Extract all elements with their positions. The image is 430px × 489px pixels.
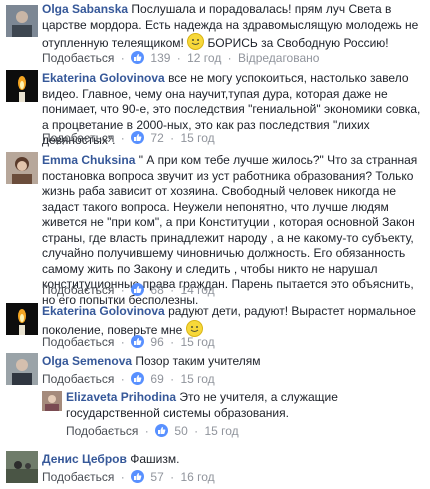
separator-dot: · <box>120 372 125 386</box>
smile-emoji-icon <box>185 319 203 337</box>
comment-author[interactable]: Ekaterina Golovinova <box>42 304 165 318</box>
comment-time[interactable]: 12 год <box>187 51 221 65</box>
comment-body: Денис Цебров Фашизм. <box>42 452 422 468</box>
photo-avatar-icon <box>6 353 38 385</box>
comment-text: Фашизм. <box>130 452 180 466</box>
thumbs-up-icon[interactable] <box>131 372 145 385</box>
like-count[interactable]: 96 <box>150 335 163 349</box>
like-link[interactable]: Подобається <box>42 283 114 297</box>
thumbs-up-icon[interactable] <box>131 470 145 483</box>
comment-actions: Подобається · 72 · 15 год <box>42 131 215 145</box>
like-count[interactable]: 57 <box>150 470 163 484</box>
separator-dot: · <box>170 335 175 349</box>
candle-avatar-icon <box>6 70 38 102</box>
comment-author[interactable]: Emma Chuksina <box>42 153 135 167</box>
photo-avatar-icon <box>6 451 38 483</box>
like-link[interactable]: Подобається <box>42 335 114 349</box>
comment-actions: Подобається · 57 · 16 год <box>42 470 215 484</box>
separator-dot: · <box>120 51 125 65</box>
avatar[interactable] <box>42 391 62 411</box>
comment-actions: Подобається · 50 · 15 год <box>66 424 239 438</box>
avatar[interactable] <box>6 451 38 483</box>
avatar[interactable] <box>6 5 38 37</box>
like-count[interactable]: 72 <box>150 131 163 145</box>
comment-time[interactable]: 14 год <box>180 283 214 297</box>
thumbs-up-icon[interactable] <box>131 335 145 348</box>
candle-avatar-icon <box>6 303 38 335</box>
like-count[interactable]: 68 <box>150 283 163 297</box>
comment-author[interactable]: Olga Semenova <box>42 354 132 368</box>
thumbs-up-icon[interactable] <box>131 283 145 296</box>
separator-dot: · <box>170 470 175 484</box>
separator-dot: · <box>170 131 175 145</box>
comment-body: Elizaveta Prihodina Это не учителя, а сл… <box>66 390 422 421</box>
like-link[interactable]: Подобається <box>42 372 114 386</box>
separator-dot: · <box>176 51 181 65</box>
avatar[interactable] <box>6 353 38 385</box>
comment-time[interactable]: 15 год <box>180 131 214 145</box>
comment-time[interactable]: 15 год <box>180 335 214 349</box>
separator-dot: · <box>170 283 175 297</box>
like-count[interactable]: 69 <box>150 372 163 386</box>
comment-actions: Подобається · 96 · 15 год <box>42 335 215 349</box>
comment-text: Позор таким учителям <box>135 354 261 368</box>
comment-author[interactable]: Ekaterina Golovinova <box>42 71 165 85</box>
thumbs-up-icon[interactable] <box>155 424 169 437</box>
comment-actions: Подобається · 69 · 15 год <box>42 372 215 386</box>
separator-dot: · <box>227 51 232 65</box>
separator-dot: · <box>120 470 125 484</box>
like-link[interactable]: Подобається <box>42 51 114 65</box>
thumbs-up-icon[interactable] <box>131 131 145 144</box>
separator-dot: · <box>144 424 149 438</box>
comment-body: Ekaterina Golovinova радуют дети, радуют… <box>42 304 422 338</box>
comment-time[interactable]: 16 год <box>180 470 214 484</box>
edited-label[interactable]: Відредаговано <box>238 51 319 65</box>
smile-emoji-icon <box>187 33 205 50</box>
photo-avatar-icon <box>6 152 38 184</box>
comment-author[interactable]: Elizaveta Prihodina <box>66 390 176 404</box>
comment-time[interactable]: 15 год <box>204 424 238 438</box>
separator-dot: · <box>120 335 125 349</box>
like-count[interactable]: 50 <box>174 424 187 438</box>
separator-dot: · <box>120 283 125 297</box>
comment-actions: Подобається · 68 · 14 год <box>42 283 215 297</box>
like-link[interactable]: Подобається <box>42 470 114 484</box>
photo-avatar-icon <box>6 5 38 37</box>
separator-dot: · <box>194 424 199 438</box>
thumbs-up-icon[interactable] <box>131 51 145 64</box>
like-count[interactable]: 139 <box>150 51 170 65</box>
avatar[interactable] <box>6 152 38 184</box>
comment-author[interactable]: Olga Sabanska <box>42 2 128 16</box>
like-link[interactable]: Подобається <box>42 131 114 145</box>
separator-dot: · <box>120 131 125 145</box>
comment-actions: Подобається · 139 · 12 год · Відредагова… <box>42 51 319 65</box>
comment-body: Olga Semenova Позор таким учителям <box>42 354 422 370</box>
separator-dot: · <box>170 372 175 386</box>
comment-body: Olga Sabanska Послушала и порадовалась! … <box>42 2 422 52</box>
avatar[interactable] <box>6 70 38 102</box>
like-link[interactable]: Подобається <box>66 424 138 438</box>
avatar[interactable] <box>6 303 38 335</box>
comment-text-continued: БОРИСЬ за Свободную Россию! <box>207 36 389 50</box>
comment-author[interactable]: Денис Цебров <box>42 452 127 466</box>
comment-time[interactable]: 15 год <box>180 372 214 386</box>
photo-avatar-icon <box>42 391 62 411</box>
